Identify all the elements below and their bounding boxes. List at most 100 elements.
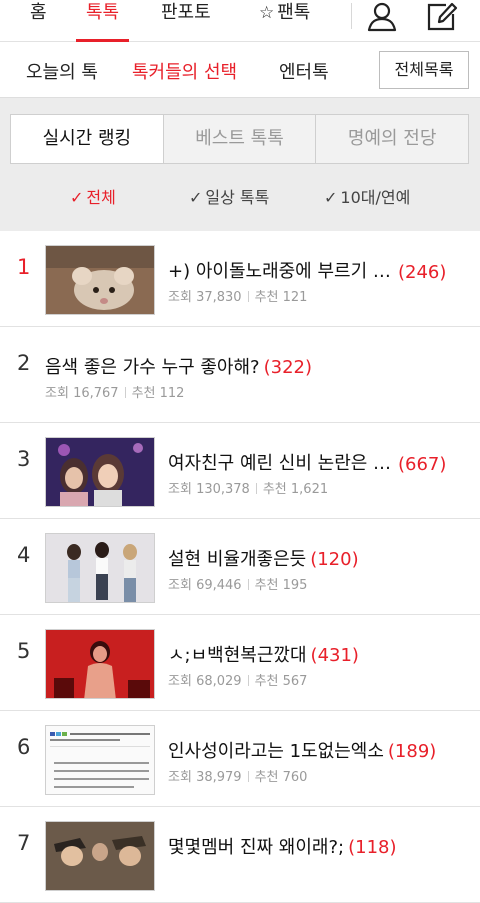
rank-number: 1 — [17, 255, 31, 279]
comment-count: (667) — [398, 454, 447, 475]
tab-panphoto[interactable]: 판포토 — [161, 0, 211, 42]
segment-hall-of-fame[interactable]: 명예의 전당 — [315, 115, 468, 163]
recs-count: 112 — [159, 386, 185, 401]
filter-teen-ent-label: 10대/연예 — [340, 188, 411, 207]
list-item[interactable]: 1 +) 아이돌노래중에 부르기 힘... (246) 조회 37,830 추천 1… — [0, 231, 480, 327]
post-title: 설현 비율개좋은듯 (120) — [168, 545, 473, 571]
recs-label: 추천 — [254, 674, 279, 689]
views-count: 69,446 — [196, 578, 242, 593]
rank-number: 4 — [17, 543, 31, 567]
segment-best[interactable]: 베스트 톡톡 — [162, 115, 316, 163]
post-thumbnail — [45, 533, 155, 603]
post-thumbnail — [45, 725, 155, 795]
check-icon: ✓ — [70, 188, 84, 207]
rank-number: 5 — [17, 639, 31, 663]
check-icon: ✓ — [189, 188, 203, 207]
comment-count: (118) — [348, 837, 397, 858]
recs-count: 567 — [282, 674, 308, 689]
list-item[interactable]: 4 설현 비율개좋은듯 (120) 조회 69,446 추천 195 — [0, 519, 480, 615]
views-label: 조회 — [168, 482, 192, 497]
all-list-button[interactable]: 전체목록 — [379, 51, 469, 89]
post-title-text: 몇몇멤버 진짜 왜이래?; — [168, 837, 345, 858]
list-item[interactable]: 5 ㅅ;ㅂ백현복근깠대 (431) 조회 68,029 추천 567 — [0, 615, 480, 711]
subnav-tokker-choice[interactable]: 톡커들의 선택 — [132, 58, 237, 84]
post-thumbnail — [45, 437, 155, 507]
ranking-list: 1 +) 아이돌노래중에 부르기 힘... (246) 조회 37,830 추천 1… — [0, 231, 480, 903]
edit-icon[interactable] — [424, 0, 460, 34]
recs-count: 195 — [282, 578, 308, 593]
recs-count: 760 — [282, 770, 308, 785]
recs-count: 1,621 — [290, 482, 329, 497]
post-meta: 조회 37,830 추천 121 — [168, 286, 307, 305]
check-icon: ✓ — [324, 188, 338, 207]
rank-number: 2 — [17, 351, 31, 375]
post-meta: 조회 68,029 추천 567 — [168, 670, 307, 689]
subnav-today[interactable]: 오늘의 톡 — [26, 58, 98, 84]
rank-number: 6 — [17, 735, 31, 759]
recs-count: 121 — [282, 290, 308, 305]
recs-label: 추천 — [262, 482, 287, 497]
views-count: 16,767 — [73, 386, 119, 401]
views-label: 조회 — [168, 770, 192, 785]
ranking-panel: 실시간 랭킹 베스트 톡톡 명예의 전당 ✓ 전체 ✓ 일상 톡톡 ✓ 10대/연예 — [0, 97, 480, 231]
post-title-text: 설현 비율개좋은듯 — [168, 549, 307, 570]
meta-divider — [247, 675, 249, 686]
post-title-text: 음색 좋은 가수 누구 좋아해? — [45, 357, 260, 378]
comment-count: (189) — [387, 741, 437, 762]
tab-toktok[interactable]: 톡톡 — [86, 0, 119, 42]
views-count: 38,979 — [196, 770, 242, 785]
rank-number: 7 — [17, 831, 31, 855]
views-count: 37,830 — [196, 290, 242, 305]
recs-label: 추천 — [254, 578, 279, 593]
user-icon[interactable] — [364, 0, 400, 34]
post-title: +) 아이돌노래중에 부르기 힘... (246) — [168, 257, 473, 283]
list-item[interactable]: 3 여자친구 예린 신비 논란은 참... (667) 조회 130,378 추천 … — [0, 423, 480, 519]
list-item[interactable]: 6 인사성이라고는 1도없는엑소 (189) 조회 38,979 추천 760 — [0, 711, 480, 807]
list-item[interactable]: 7 몇몇멤버 진짜 왜이래?; (118) — [0, 807, 480, 903]
star-icon: ☆ — [259, 3, 275, 23]
filter-all-label: 전체 — [86, 188, 116, 207]
list-item[interactable]: 2 음색 좋은 가수 누구 좋아해? (322) 조회 16,767 추천 112 — [0, 327, 480, 423]
post-title-text: ㅅ;ㅂ백현복근깠대 — [168, 645, 307, 666]
post-title: ㅅ;ㅂ백현복근깠대 (431) — [168, 641, 473, 667]
sub-nav: 오늘의 톡 톡커들의 선택 엔터톡 전체목록 — [0, 42, 480, 97]
filter-daily[interactable]: ✓ 일상 톡톡 — [189, 184, 269, 208]
rank-number: 3 — [17, 447, 31, 471]
top-nav: 홈 톡톡 판포토 ☆ 팬톡 — [0, 0, 480, 42]
post-title: 몇몇멤버 진짜 왜이래?; (118) — [168, 833, 473, 859]
post-title: 음색 좋은 가수 누구 좋아해? (322) — [45, 353, 350, 379]
subnav-enter[interactable]: 엔터톡 — [279, 58, 329, 84]
views-count: 130,378 — [196, 482, 250, 497]
post-thumbnail — [45, 629, 155, 699]
comment-count: (322) — [263, 357, 313, 378]
comment-count: (246) — [398, 262, 447, 283]
post-thumbnail — [45, 245, 155, 315]
views-label: 조회 — [168, 674, 192, 689]
meta-divider — [124, 387, 126, 398]
segment-control: 실시간 랭킹 베스트 톡톡 명예의 전당 — [10, 114, 469, 164]
meta-divider — [247, 771, 249, 782]
post-meta: 조회 16,767 추천 112 — [45, 382, 184, 401]
filter-bar: ✓ 전체 ✓ 일상 톡톡 ✓ 10대/연예 — [0, 184, 480, 210]
post-meta: 조회 38,979 추천 760 — [168, 766, 307, 785]
recs-label: 추천 — [254, 770, 279, 785]
filter-teen-ent[interactable]: ✓ 10대/연예 — [324, 184, 410, 208]
tab-home[interactable]: 홈 — [30, 0, 47, 42]
nav-divider — [351, 3, 352, 29]
meta-divider — [247, 291, 249, 302]
tab-fantalk[interactable]: ☆ 팬톡 — [259, 0, 310, 42]
views-label: 조회 — [45, 386, 69, 401]
filter-all[interactable]: ✓ 전체 — [70, 184, 116, 208]
recs-label: 추천 — [131, 386, 156, 401]
post-thumbnail — [45, 821, 155, 891]
meta-divider — [247, 579, 249, 590]
comment-count: (431) — [310, 645, 359, 666]
meta-divider — [255, 483, 257, 494]
post-title-text: +) 아이돌노래중에 부르기 힘... — [168, 261, 394, 282]
post-meta: 조회 130,378 추천 1,621 — [168, 478, 328, 497]
tab-fantalk-label: 팬톡 — [277, 2, 311, 23]
post-title-text: 여자친구 예린 신비 논란은 참... — [168, 453, 394, 474]
post-meta: 조회 69,446 추천 195 — [168, 574, 307, 593]
segment-realtime[interactable]: 실시간 랭킹 — [11, 115, 163, 163]
views-label: 조회 — [168, 290, 192, 305]
